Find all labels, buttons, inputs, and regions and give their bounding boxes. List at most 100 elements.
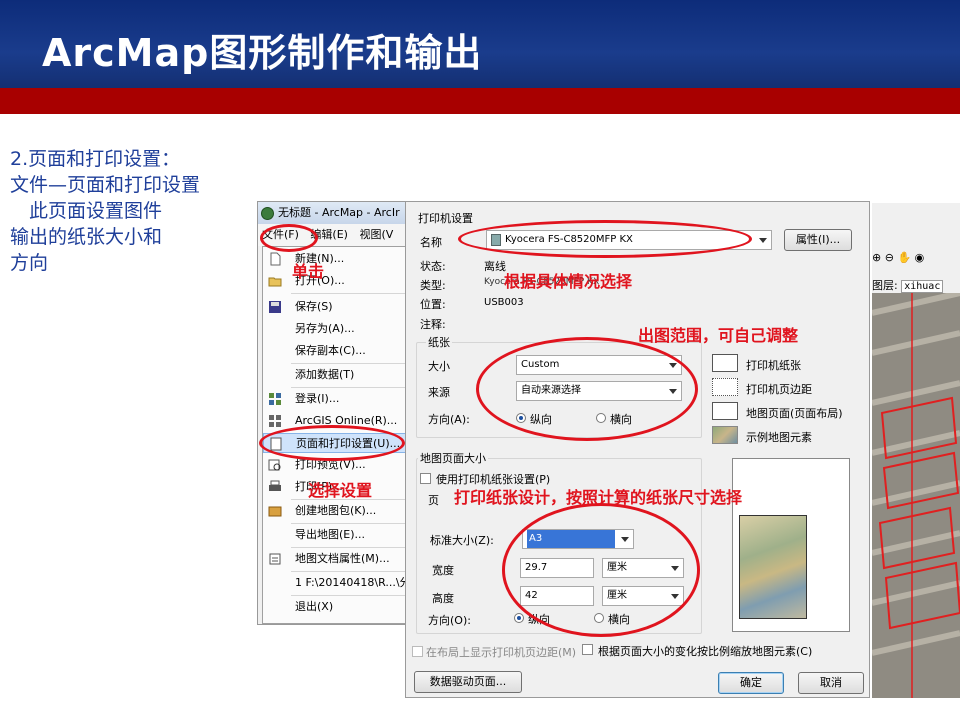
menu-item-label: 创建地图包(K)... [295,504,377,517]
menu-separator [291,363,405,364]
status-value: 离线 [484,260,506,273]
menu-separator [291,547,405,548]
highlight-file-menu [260,224,318,252]
menu-item-new[interactable]: 新建(N)... [263,249,406,269]
map-package-icon [268,506,282,517]
slide-description: 2.页面和打印设置： 文件—页面和打印设置 此页面设置图件 输出的纸张大小和 方… [10,146,260,276]
menu-item-save[interactable]: 保存(S) [263,297,406,317]
slide-header: ArcMap图形制作和输出 [0,0,960,88]
location-value: USB003 [484,297,524,308]
description-line: 输出的纸张大小和 [10,226,163,248]
description-line: 文件—页面和打印设置 [10,174,201,196]
sign-in-icon [269,393,281,405]
menu-item-label: 登录(I)... [295,392,340,405]
map-view[interactable]: ⊕ ⊖ ✋ ◉ 图层: xihuac [872,203,960,698]
height-label: 高度 [432,592,454,605]
menu-item-label: 退出(X) [295,600,334,613]
menu-item-label: 添加数据(T) [295,368,355,381]
standard-size-label: 标准大小(Z): [430,534,494,547]
window-title: 无标题 - ArcMap - ArcIr [278,206,400,219]
globe-icon[interactable]: ◉ [915,251,925,264]
page-label: 页 [428,494,439,507]
scale-elements-label: 根据页面大小的变化按比例缩放地图元素(C) [598,645,813,658]
printer-icon [269,480,281,491]
show-margins-label: 在布局上显示打印机页边距(M) [426,646,577,659]
cancel-button[interactable]: 取消 [798,672,864,694]
paper-group-label: 纸张 [426,334,452,350]
annotation-click: 单击 [292,262,325,281]
description-line: 此页面设置图件 [10,200,163,222]
arcgis-online-icon [269,415,281,427]
menu-item-recent-file[interactable]: 1 F:\20140418\R...\分 [263,573,407,593]
menu-item-map-document-properties[interactable]: 地图文档属性(M)... [263,549,406,569]
legend-printer-paper: 打印机纸张 [746,359,801,372]
new-document-icon [270,252,281,266]
menu-item-export-map[interactable]: 导出地图(E)... [263,525,406,545]
map-page-size-label: 地图页面大小 [418,450,488,466]
map-orientation-label: 方向(O): [428,614,471,627]
menu-item-save-as[interactable]: 另存为(A)... [263,319,406,339]
document-properties-icon [269,553,281,565]
menu-item-label: 另存为(A)... [295,322,355,335]
menu-item-label: 保存(S) [295,300,333,313]
menu-view[interactable]: 视图(V [355,224,397,246]
satellite-imagery [872,293,960,698]
printer-properties-button[interactable]: 属性(I)... [784,229,852,251]
zoom-tools: ⊕ ⊖ ✋ ◉ [872,251,924,264]
menu-item-label: 1 F:\20140418\R...\分 [295,576,407,589]
arcmap-window: 无标题 - ArcMap - ArcIr 文件(F) 编辑(E) 视图(V 新建… [257,201,407,625]
menu-item-open[interactable]: 打开(O)... [263,271,406,291]
use-printer-settings-checkbox[interactable] [420,473,431,484]
show-margins-checkbox[interactable] [412,646,423,657]
highlight-map-page-size [502,503,700,637]
highlight-page-setup-item [259,425,405,461]
print-preview-icon [268,459,281,471]
printer-paper-swatch [712,354,738,372]
menu-item-label: 地图文档属性(M)... [295,552,390,565]
map-page-swatch [712,402,738,420]
paper-source-label: 来源 [428,386,450,399]
menu-separator [291,387,405,388]
description-line: 方向 [10,252,49,274]
annotation-select-setting: 选择设置 [308,481,373,500]
menu-separator [291,523,405,524]
zoom-in-icon[interactable]: ⊕ [872,251,881,264]
legend-map-page: 地图页面(页面布局) [746,407,843,420]
arcmap-globe-icon [261,207,274,220]
layer-selector[interactable]: 图层: xihuac [872,277,944,293]
highlight-paper-settings [476,337,698,441]
comment-label: 注释: [420,318,446,331]
printer-name-label: 名称 [420,236,442,249]
width-label: 宽度 [432,564,454,577]
annotation-choose-by-situation: 根据具体情况选择 [504,272,633,291]
slide-title: ArcMap图形制作和输出 [42,31,483,75]
preview-map-thumbnail [739,515,807,619]
menu-item-save-copy[interactable]: 保存副本(C)... [263,341,406,361]
menu-item-add-data[interactable]: 添加数据(T) [263,365,406,385]
map-portrait-radio[interactable] [514,613,524,623]
data-driven-pages-button[interactable]: 数据驱动页面... [414,671,522,693]
chevron-down-icon [759,238,767,243]
layer-value: xihuac [901,280,944,293]
scale-elements-checkbox[interactable] [582,644,593,655]
menu-item-sign-in[interactable]: 登录(I)... [263,389,406,409]
pan-icon[interactable]: ✋ [897,251,911,264]
menu-item-label: 导出地图(E)... [295,528,366,541]
layer-label: 图层: [872,279,898,292]
menu-separator [291,571,405,572]
paper-size-label: 大小 [428,360,450,373]
location-label: 位置: [420,298,446,311]
map-toolbar: ⊕ ⊖ ✋ ◉ 图层: xihuac [872,203,960,293]
highlight-printer-name [458,220,752,258]
menu-item-create-map-package[interactable]: 创建地图包(K)... [263,501,406,521]
type-label: 类型: [420,279,446,292]
printer-margin-swatch [712,378,738,396]
sample-map-swatch [712,426,738,444]
menu-separator [291,293,405,294]
menu-item-exit[interactable]: 退出(X) [263,597,406,617]
zoom-out-icon[interactable]: ⊖ [885,251,894,264]
description-line: 2.页面和打印设置： [10,148,181,170]
menu-item-label: 保存副本(C)... [295,344,366,357]
open-folder-icon [268,277,282,287]
ok-button[interactable]: 确定 [718,672,784,694]
